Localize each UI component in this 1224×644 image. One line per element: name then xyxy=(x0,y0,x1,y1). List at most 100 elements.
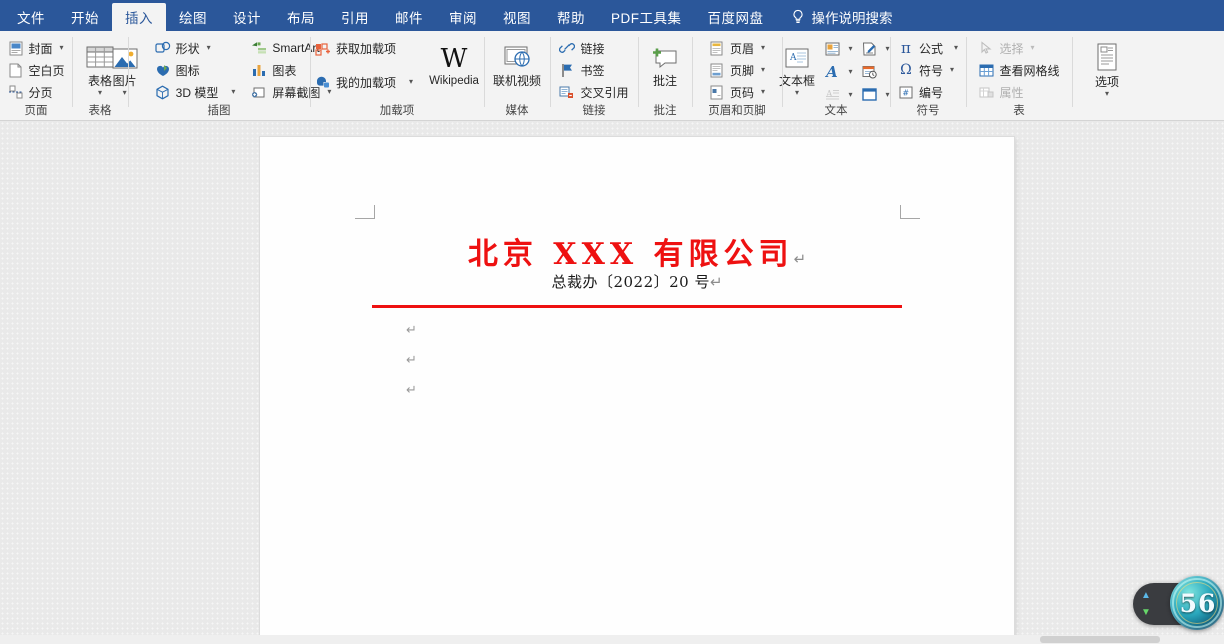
online-video-label: 联机视频 xyxy=(492,74,541,88)
game-badge[interactable]: 56 xyxy=(1170,576,1224,630)
tab-baidu-netdisk[interactable]: 百度网盘 xyxy=(695,3,777,31)
tab-home[interactable]: 开始 xyxy=(58,3,112,31)
number-button[interactable]: # 编号 xyxy=(895,81,961,103)
tab-insert[interactable]: 插入 xyxy=(112,3,166,31)
3d-model-icon xyxy=(155,84,171,100)
chevron-down-icon[interactable]: ▾ xyxy=(98,89,102,97)
date-time-icon[interactable] xyxy=(858,60,880,83)
shapes-button[interactable]: 形状 ▾ xyxy=(152,37,239,59)
3d-model-label: 3D 模型 xyxy=(175,85,219,100)
select-button[interactable]: 选择 ▾ xyxy=(975,37,1062,59)
chevron-down-icon[interactable]: ▾ xyxy=(845,37,856,60)
tab-pdf-tools[interactable]: PDF工具集 xyxy=(598,3,695,31)
symbol-button[interactable]: Ω 符号 ▾ xyxy=(895,59,961,81)
online-video-button[interactable]: 联机视频 xyxy=(485,37,549,88)
insert-picture-label: 图片 xyxy=(112,74,137,88)
chevron-down-icon[interactable]: ▾ xyxy=(950,66,954,74)
page-number-button[interactable]: 页码 ▾ xyxy=(706,81,768,103)
number-icon: # xyxy=(898,84,914,100)
document-canvas[interactable]: 北京 XXX 有限公司↵ 总裁办〔2022〕20 号↵ ↵ ↵ ↵ xyxy=(0,121,1224,644)
cross-reference-label: 交叉引用 xyxy=(580,85,629,100)
margin-corner-top-right xyxy=(900,205,920,219)
chevron-down-icon[interactable]: ▾ xyxy=(409,78,413,86)
icons-button[interactable]: 图标 xyxy=(152,59,239,81)
bookmark-icon xyxy=(559,62,575,78)
page-break-icon xyxy=(8,84,24,100)
shapes-label: 形状 xyxy=(175,41,200,56)
view-gridlines-button[interactable]: 查看网格线 xyxy=(975,59,1062,81)
chevron-down-icon[interactable]: ▾ xyxy=(761,88,765,96)
tab-layout[interactable]: 布局 xyxy=(274,3,328,31)
link-icon xyxy=(559,40,576,56)
new-comment-button[interactable]: 批注 xyxy=(642,37,688,88)
document-title[interactable]: 北京 XXX 有限公司↵ xyxy=(260,229,1014,273)
document-subtitle[interactable]: 总裁办〔2022〕20 号↵ xyxy=(260,271,1014,292)
bookmark-button[interactable]: 书签 xyxy=(556,59,631,81)
my-addins-label: 我的加载项 xyxy=(335,75,396,90)
footer-button[interactable]: 页脚 ▾ xyxy=(706,59,768,81)
insert-picture-button[interactable]: 图片 ▾ xyxy=(104,37,146,97)
blank-page-label: 空白页 xyxy=(28,63,65,78)
chevron-down-icon[interactable]: ▾ xyxy=(795,89,799,97)
tab-mailings[interactable]: 邮件 xyxy=(382,3,436,31)
get-addins-button[interactable]: 获取加载项 xyxy=(312,37,416,59)
blank-page-button[interactable]: 空白页 xyxy=(5,59,68,81)
chevron-down-icon[interactable]: ▾ xyxy=(845,60,856,83)
footer-label: 页脚 xyxy=(729,63,754,78)
ribbon-group-options: 选项 ▾ xyxy=(1072,31,1142,120)
bookmark-label: 书签 xyxy=(580,63,605,78)
document-red-rule xyxy=(372,305,902,308)
header-button[interactable]: 页眉 ▾ xyxy=(706,37,768,59)
my-addins-button[interactable]: 我的加载项 ▾ xyxy=(312,71,416,93)
arrow-up-icon: ▲ xyxy=(1141,589,1151,601)
horizontal-scrollbar[interactable] xyxy=(0,635,1224,644)
chevron-down-icon[interactable]: ▾ xyxy=(1105,90,1109,98)
tell-me-search[interactable]: 操作说明搜索 xyxy=(777,3,903,31)
smartart-icon xyxy=(251,40,267,56)
wikipedia-icon: W xyxy=(440,44,468,74)
chevron-down-icon[interactable]: ▾ xyxy=(761,66,765,74)
footer-icon xyxy=(709,62,725,78)
tab-review[interactable]: 审阅 xyxy=(436,3,490,31)
paragraph-mark-icon: ↵ xyxy=(709,273,723,291)
chevron-down-icon[interactable]: ▾ xyxy=(231,88,235,96)
chevron-down-icon[interactable]: ▾ xyxy=(954,44,958,52)
tab-references[interactable]: 引用 xyxy=(328,3,382,31)
text-box-button[interactable]: A 文本框 ▾ xyxy=(775,37,819,97)
cross-reference-button[interactable]: 交叉引用 xyxy=(556,81,631,103)
chevron-down-icon[interactable]: ▾ xyxy=(761,44,765,52)
tab-view[interactable]: 视图 xyxy=(490,3,544,31)
link-button[interactable]: 链接 xyxy=(556,37,631,59)
ribbon-group-addins-label: 加载项 xyxy=(379,105,415,117)
new-comment-label: 批注 xyxy=(652,74,677,88)
properties-button[interactable]: 属性 xyxy=(975,81,1062,103)
tab-file[interactable]: 文件 xyxy=(4,3,58,31)
quick-parts-icon[interactable] xyxy=(821,37,843,60)
cross-reference-icon xyxy=(559,84,575,100)
number-label: 编号 xyxy=(918,85,943,100)
page-break-button[interactable]: 分页 xyxy=(5,81,68,103)
3d-model-button[interactable]: 3D 模型 ▾ xyxy=(152,81,239,103)
chevron-down-icon[interactable]: ▾ xyxy=(1031,44,1035,52)
paragraph-mark-icon: ↵ xyxy=(406,353,417,368)
tab-draw[interactable]: 绘图 xyxy=(166,3,220,31)
options-button[interactable]: 选项 ▾ xyxy=(1084,38,1130,98)
icons-icon xyxy=(155,62,171,78)
ribbon-tab-strip: 文件 开始 插入 绘图 设计 布局 引用 邮件 审阅 视图 帮助 PDF工具集 … xyxy=(0,0,1224,31)
chevron-down-icon[interactable]: ▾ xyxy=(123,89,127,97)
tab-help[interactable]: 帮助 xyxy=(544,3,598,31)
wordart-icon[interactable]: A xyxy=(821,60,843,83)
chevron-down-icon[interactable]: ▾ xyxy=(60,44,64,52)
equation-button[interactable]: π 公式 ▾ xyxy=(895,37,961,59)
tab-design[interactable]: 设计 xyxy=(220,3,274,31)
horizontal-scrollbar-thumb[interactable] xyxy=(1040,636,1160,643)
cover-page-button[interactable]: 封面 ▾ xyxy=(5,37,68,59)
document-page[interactable]: 北京 XXX 有限公司↵ 总裁办〔2022〕20 号↵ ↵ ↵ ↵ xyxy=(260,137,1014,644)
signature-line-icon[interactable] xyxy=(858,37,880,60)
ribbon-group-comments: 批注 批注 xyxy=(638,31,692,120)
ribbon-group-illustrations-label: 插图 xyxy=(207,105,231,117)
ribbon-group-media-label: 媒体 xyxy=(505,105,529,117)
wikipedia-button[interactable]: W Wikipedia xyxy=(422,37,486,88)
chevron-down-icon[interactable]: ▾ xyxy=(207,44,211,52)
ribbon-group-media: 联机视频 媒体 xyxy=(484,31,550,120)
